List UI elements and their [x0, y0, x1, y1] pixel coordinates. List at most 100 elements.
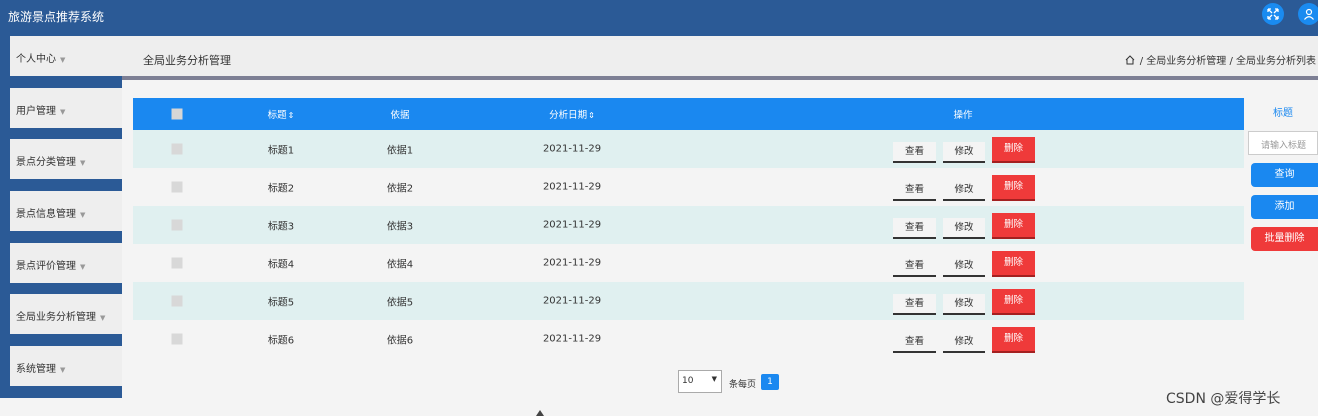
- caret-down-icon: ▼: [100, 314, 106, 322]
- caret-down-icon: ▼: [60, 56, 66, 64]
- row-checkbox[interactable]: [171, 181, 183, 193]
- table-row: 标题5 依据5 2021-11-29 查看 修改 删除: [133, 282, 1244, 320]
- view-button[interactable]: 查看: [893, 142, 936, 163]
- caret-down-icon: ▼: [80, 211, 86, 219]
- breadcrumb-item[interactable]: 全局业务分析管理: [1146, 56, 1226, 67]
- cell-basis: 依据3: [386, 221, 414, 233]
- sidebar-item-text: 系统管理: [16, 364, 56, 375]
- caret-down-icon: ▼: [711, 375, 717, 383]
- page-size-value: 10: [682, 376, 694, 386]
- sidebar-item-label: 景点信息管理 ▼: [16, 205, 85, 220]
- cell-date: 2021-11-29: [542, 333, 602, 345]
- edit-button[interactable]: 修改: [943, 332, 985, 353]
- page-title: 全局业务分析管理: [143, 54, 231, 67]
- row-checkbox[interactable]: [171, 143, 183, 155]
- query-button[interactable]: 查询: [1251, 163, 1318, 187]
- per-page-label: 条每页: [729, 380, 757, 390]
- edit-button[interactable]: 修改: [943, 218, 985, 239]
- app-title: 旅游景点推荐系统: [8, 10, 105, 24]
- edit-button[interactable]: 修改: [943, 294, 985, 315]
- delete-button[interactable]: 删除: [992, 213, 1035, 239]
- sidebar-item-text: 全局业务分析管理: [16, 312, 96, 323]
- delete-button[interactable]: 删除: [992, 251, 1035, 277]
- cell-date: 2021-11-29: [542, 295, 602, 307]
- sidebar-item-review-management[interactable]: 景点评价管理 ▼: [10, 243, 122, 283]
- delete-button[interactable]: 删除: [992, 175, 1035, 201]
- data-table: 标题⇕ 依据 分析日期⇕ 操作 标题1 依据1 2021-11-29 查看 修改…: [133, 98, 1244, 358]
- edit-button[interactable]: 修改: [943, 180, 985, 201]
- cell-title: 标题5: [267, 297, 295, 309]
- column-header-text: 标题: [267, 110, 287, 121]
- column-header-basis: 依据: [390, 110, 410, 121]
- view-button[interactable]: 查看: [893, 180, 936, 201]
- sidebar-item-spot-info-management[interactable]: 景点信息管理 ▼: [10, 191, 122, 231]
- delete-button[interactable]: 删除: [992, 327, 1035, 353]
- caret-down-icon: ▼: [60, 108, 66, 116]
- sidebar-item-label: 系统管理 ▼: [16, 360, 65, 375]
- cell-title: 标题4: [267, 259, 295, 271]
- sidebar-item-category-management[interactable]: 景点分类管理 ▼: [10, 139, 122, 179]
- table-row: 标题1 依据1 2021-11-29 查看 修改 删除: [133, 130, 1244, 168]
- view-button[interactable]: 查看: [893, 256, 936, 277]
- sidebar-item-analysis-management[interactable]: 全局业务分析管理 ▼: [10, 294, 122, 334]
- cell-date: 2021-11-29: [542, 219, 602, 231]
- add-button[interactable]: 添加: [1251, 195, 1318, 219]
- page-number-current[interactable]: 1: [761, 374, 779, 390]
- top-bar: 旅游景点推荐系统: [0, 0, 1318, 36]
- breadcrumb: / 全局业务分析管理 / 全局业务分析列表: [1125, 52, 1316, 67]
- sidebar-item-text: 用户管理: [16, 106, 56, 117]
- table-header: 标题⇕ 依据 分析日期⇕ 操作: [133, 98, 1244, 130]
- cell-title: 标题1: [267, 145, 295, 157]
- view-button[interactable]: 查看: [893, 294, 936, 315]
- cell-basis: 依据4: [386, 259, 414, 271]
- edit-button[interactable]: 修改: [943, 256, 985, 277]
- view-button[interactable]: 查看: [893, 332, 936, 353]
- watermark: CSDN @爱得学长: [1166, 391, 1281, 407]
- sidebar-item-label: 景点评价管理 ▼: [16, 257, 85, 272]
- caret-down-icon: ▼: [80, 263, 86, 271]
- select-all-checkbox[interactable]: [171, 108, 183, 120]
- sort-icon: ⇕: [588, 111, 595, 120]
- row-checkbox[interactable]: [171, 295, 183, 307]
- table-row: 标题2 依据2 2021-11-29 查看 修改 删除: [133, 168, 1244, 206]
- search-input[interactable]: 请输入标题: [1248, 131, 1318, 155]
- expand-icon-glyph: [1267, 8, 1279, 20]
- column-header-actions: 操作: [953, 110, 973, 121]
- caret-down-icon: ▼: [80, 159, 86, 167]
- cell-basis: 依据2: [386, 183, 414, 195]
- batch-delete-button[interactable]: 批量删除: [1251, 227, 1318, 251]
- sidebar-item-user-management[interactable]: 用户管理 ▼: [10, 88, 122, 128]
- cell-title: 标题6: [267, 335, 295, 347]
- user-icon-glyph: [1304, 8, 1314, 20]
- main-header: 全局业务分析管理 / 全局业务分析管理 / 全局业务分析列表: [122, 36, 1318, 76]
- row-checkbox[interactable]: [171, 333, 183, 345]
- expand-icon[interactable]: [1262, 3, 1284, 25]
- search-label: 标题: [1273, 108, 1293, 119]
- column-header-text: 分析日期: [549, 110, 588, 121]
- cell-title: 标题2: [267, 183, 295, 195]
- column-header-title[interactable]: 标题⇕: [268, 107, 295, 121]
- sidebar-item-system-management[interactable]: 系统管理 ▼: [10, 346, 122, 386]
- cell-basis: 依据6: [386, 335, 414, 347]
- cell-date: 2021-11-29: [542, 257, 602, 269]
- cell-basis: 依据1: [386, 145, 414, 157]
- table-row: 标题4 依据4 2021-11-29 查看 修改 删除: [133, 244, 1244, 282]
- home-icon[interactable]: [1125, 55, 1135, 65]
- sidebar-item-text: 景点分类管理: [16, 157, 76, 168]
- cell-basis: 依据5: [386, 297, 414, 309]
- view-button[interactable]: 查看: [893, 218, 936, 239]
- page-size-select[interactable]: 10 ▼: [678, 370, 722, 393]
- delete-button[interactable]: 删除: [992, 289, 1035, 315]
- mouse-cursor-icon: [536, 410, 544, 416]
- row-checkbox[interactable]: [171, 219, 183, 231]
- edit-button[interactable]: 修改: [943, 142, 985, 163]
- row-checkbox[interactable]: [171, 257, 183, 269]
- sort-icon: ⇕: [287, 111, 295, 120]
- sidebar-item-label: 全局业务分析管理 ▼: [16, 308, 105, 323]
- sidebar-item-label: 用户管理 ▼: [16, 102, 65, 117]
- user-icon[interactable]: [1298, 3, 1318, 25]
- caret-down-icon: ▼: [60, 366, 66, 374]
- column-header-date[interactable]: 分析日期⇕: [549, 107, 595, 121]
- sidebar-item-personal-center[interactable]: 个人中心 ▼: [10, 36, 122, 76]
- delete-button[interactable]: 删除: [992, 137, 1035, 163]
